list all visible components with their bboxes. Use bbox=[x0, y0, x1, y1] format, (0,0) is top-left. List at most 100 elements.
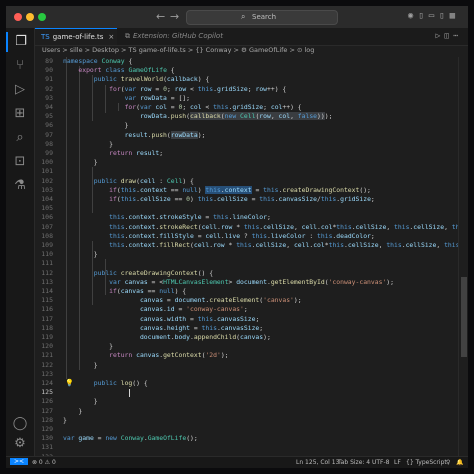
line-number: 94 bbox=[45, 103, 53, 111]
line-number: 116 bbox=[41, 305, 53, 314]
line-number: 124 bbox=[41, 379, 53, 387]
title-bar: ← → ⌕ Search ◉▯▭▯▦ bbox=[6, 6, 468, 28]
code-line: var game = new Conway.GameOfLife(); bbox=[63, 434, 198, 443]
command-center-search[interactable]: ⌕ Search bbox=[186, 10, 338, 25]
line-number: 105 bbox=[41, 204, 53, 213]
line-number: 126 bbox=[41, 397, 53, 406]
line-number: 107 bbox=[41, 222, 53, 231]
line-number: 123 bbox=[41, 369, 53, 378]
problems-indicator[interactable]: ⊗ 0 ⚠ 0 bbox=[32, 459, 56, 466]
copilot-icon[interactable]: ♀ bbox=[446, 459, 450, 466]
line-number: 125 bbox=[41, 388, 53, 397]
code-line: canvas.height = this.canvasSize; bbox=[139, 323, 264, 332]
zoom-window-button[interactable] bbox=[38, 13, 46, 21]
code-line: } bbox=[63, 342, 114, 351]
code-line: public createDrawingContext() { bbox=[93, 268, 214, 277]
code-line: canvas.id = 'conway-canvas'; bbox=[139, 305, 248, 314]
code-line: this.context.fillStyle = cell.live ? thi… bbox=[109, 231, 375, 240]
line-number: 106 bbox=[41, 213, 53, 222]
line-ending[interactable]: LF bbox=[394, 459, 401, 466]
line-number: 104 bbox=[41, 195, 53, 203]
customize-layout-icon[interactable]: ▦ bbox=[450, 11, 460, 21]
line-number: 118 bbox=[41, 323, 53, 332]
code-editor[interactable]: 89 90 91 92 93 94 95 96 97 98 99 100 101 102 103 104 105… bbox=[35, 57, 468, 461]
line-number: 121 bbox=[41, 351, 53, 360]
run-debug-icon[interactable]: ▷ bbox=[6, 80, 34, 100]
remote-indicator[interactable]: >< bbox=[10, 458, 29, 465]
close-icon[interactable]: × bbox=[108, 33, 114, 41]
line-number: 115 bbox=[41, 296, 53, 305]
typescript-file-icon: TS bbox=[41, 33, 50, 41]
vscode-window: ← → ⌕ Search ◉▯▭▯▦ ❐ ⑂ ▷ ⊞ ⌕ ⊡ ⚗ ◯ ⚙ TS g… bbox=[6, 6, 468, 468]
more-actions-icon[interactable]: ⋯ bbox=[453, 31, 462, 40]
code-line: } bbox=[63, 139, 114, 148]
line-number: 100 bbox=[41, 158, 53, 167]
code-line: result.push(rowData); bbox=[124, 130, 206, 139]
gear-icon[interactable]: ⚙ bbox=[6, 434, 34, 454]
line-number: 109 bbox=[41, 241, 53, 249]
source-control-icon[interactable]: ⑂ bbox=[6, 56, 34, 76]
remote-icon[interactable]: ⊡ bbox=[6, 152, 34, 172]
code-line: for(var col = 0; col < this.gridSize; co… bbox=[124, 103, 302, 111]
toggle-secondary-sidebar-icon[interactable]: ▯ bbox=[439, 11, 449, 21]
close-window-button[interactable] bbox=[14, 13, 22, 21]
code-line: } bbox=[63, 397, 98, 406]
line-number: 129 bbox=[41, 425, 53, 433]
line-number: 91 bbox=[45, 75, 53, 84]
line-number: 102 bbox=[41, 176, 53, 185]
activity-bar: ❐ ⑂ ▷ ⊞ ⌕ ⊡ ⚗ ◯ ⚙ bbox=[6, 28, 35, 456]
code-line: canvas = document.createElement('canvas'… bbox=[139, 296, 302, 305]
bell-icon[interactable]: 🔔 bbox=[456, 459, 463, 466]
back-arrow-icon[interactable]: ← bbox=[156, 10, 165, 23]
code-line: this.context.fillRect(cell.row * this.ce… bbox=[109, 241, 468, 249]
line-number: 122 bbox=[41, 360, 53, 369]
code-line: } bbox=[63, 121, 129, 130]
toggle-panel-icon[interactable]: ▭ bbox=[429, 11, 439, 21]
extension-icon: ⧉ bbox=[125, 32, 130, 40]
tab-extension-copilot[interactable]: ⧉ Extension: GitHub Copilot bbox=[119, 28, 249, 45]
forward-arrow-icon[interactable]: → bbox=[170, 10, 179, 23]
code-line: public draw(cell : Cell) { bbox=[93, 176, 194, 185]
tab-size[interactable]: Tab Size: 4 bbox=[338, 459, 370, 466]
split-editor-icon[interactable]: ◫ bbox=[444, 31, 453, 40]
breadcrumb[interactable]: Users > sille > Desktop > TS game-of-lif… bbox=[42, 46, 314, 56]
line-number: 98 bbox=[45, 139, 53, 148]
line-number: 112 bbox=[41, 268, 53, 277]
line-number: 101 bbox=[41, 167, 53, 176]
editor-tabs: TS game-of-life.ts × ⧉ Extension: GitHub Co… bbox=[35, 28, 468, 46]
line-number: 111 bbox=[41, 259, 53, 268]
lightbulb-icon[interactable]: 💡 bbox=[65, 379, 74, 387]
line-number: 120 bbox=[41, 342, 53, 351]
tab-game-of-life[interactable]: TS game-of-life.ts × bbox=[35, 28, 117, 45]
code-line: for(var row = 0; row < this.gridSize; ro… bbox=[109, 84, 287, 93]
code-line: this.context.strokeStyle = this.lineColo… bbox=[109, 213, 271, 222]
search-icon[interactable]: ⌕ bbox=[6, 128, 34, 148]
minimize-window-button[interactable] bbox=[26, 13, 34, 21]
testing-icon[interactable]: ⚗ bbox=[6, 176, 34, 196]
toggle-sidebar-icon[interactable]: ▯ bbox=[418, 11, 428, 21]
line-number: 113 bbox=[41, 277, 53, 286]
line-number: 95 bbox=[45, 112, 53, 121]
files-icon[interactable]: ❐ bbox=[6, 32, 34, 52]
vertical-scrollbar[interactable] bbox=[458, 57, 468, 456]
code-line: } bbox=[63, 406, 83, 415]
code-line: } bbox=[63, 415, 67, 424]
copilot-icon[interactable]: ◉ bbox=[408, 11, 418, 21]
code-line: return canvas.getContext('2d'); bbox=[109, 351, 229, 360]
code-line: if(this.cellSize == 0) this.cellSize = t… bbox=[109, 195, 375, 203]
code-line: canvas.width = this.canvasSize; bbox=[139, 314, 260, 323]
account-icon[interactable]: ◯ bbox=[6, 414, 34, 434]
scrollbar-thumb[interactable] bbox=[461, 277, 467, 357]
code-line: } bbox=[63, 250, 98, 259]
tab-label: game-of-life.ts bbox=[52, 33, 104, 41]
language-mode[interactable]: {} TypeScript bbox=[406, 459, 447, 466]
tab-actions: ▷◫⋯ bbox=[436, 31, 462, 40]
line-number: 96 bbox=[45, 121, 53, 130]
code-line: if(canvas == null) { bbox=[109, 287, 187, 295]
cursor-position[interactable]: Ln 125, Col 13 bbox=[296, 459, 339, 466]
encoding[interactable]: UTF-8 bbox=[372, 459, 390, 466]
code-line: namespace Conway { bbox=[63, 57, 133, 65]
extensions-icon[interactable]: ⊞ bbox=[6, 104, 34, 124]
code-line: var rowData = []; bbox=[124, 93, 190, 102]
